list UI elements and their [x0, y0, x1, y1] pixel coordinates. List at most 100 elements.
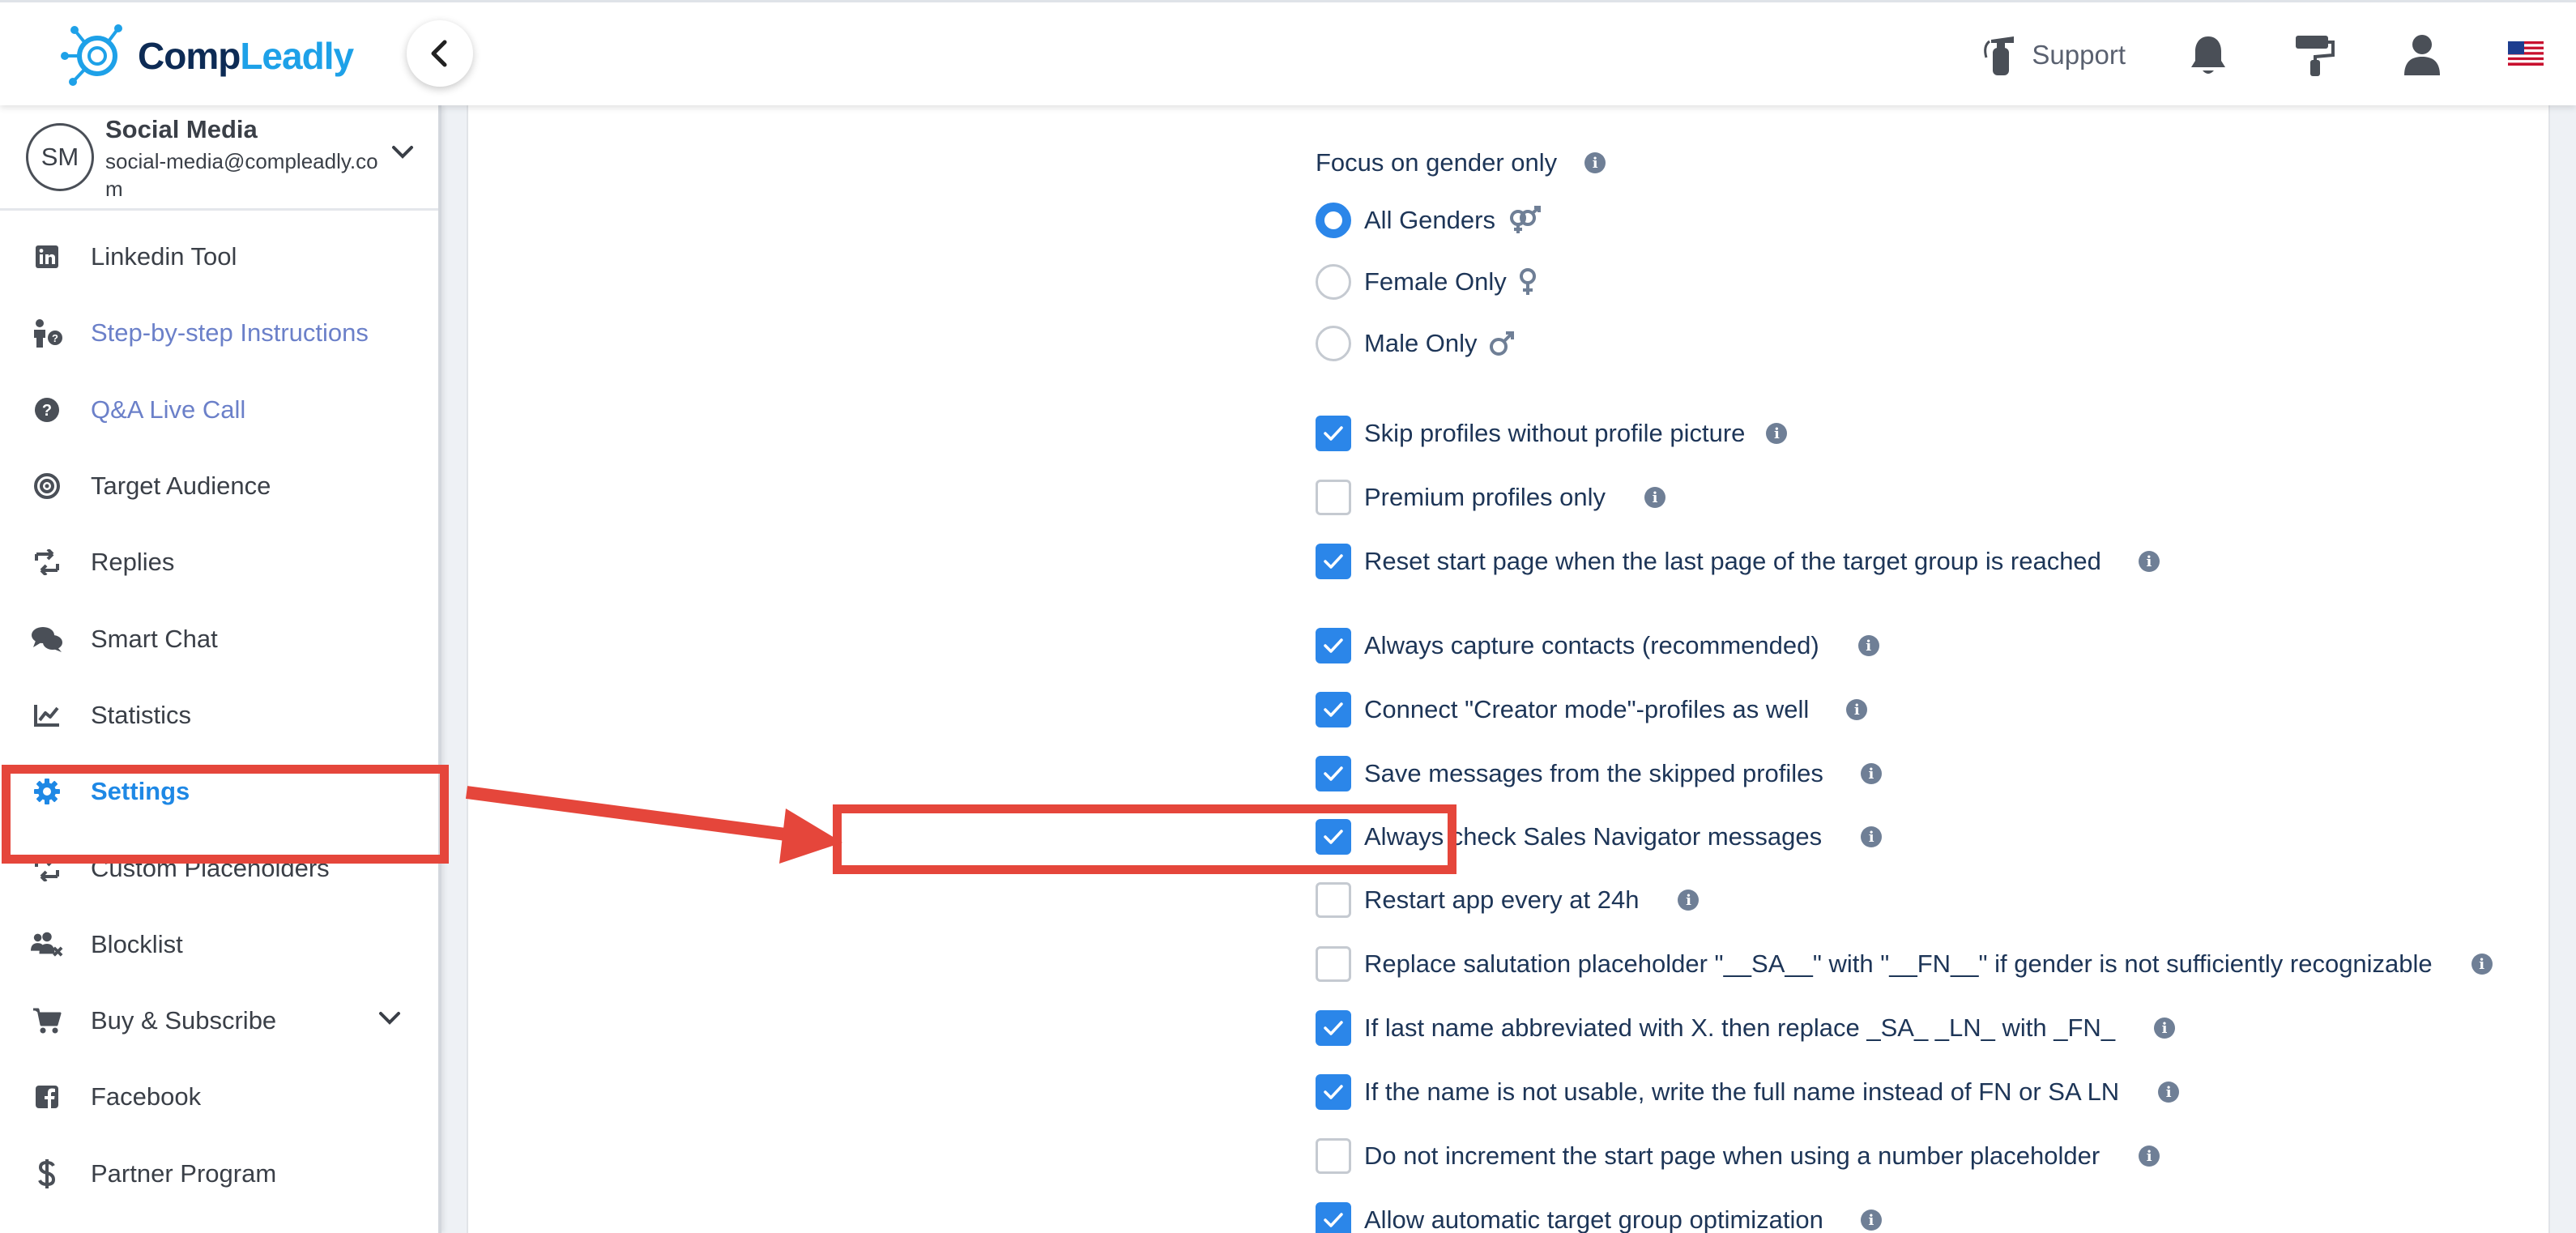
checkbox[interactable]: [1316, 544, 1351, 579]
chevron-down-icon[interactable]: [377, 1010, 402, 1026]
sidebar-item-replies[interactable]: Replies: [0, 524, 438, 600]
language-button[interactable]: [2508, 41, 2544, 70]
account-switcher[interactable]: SM Social Media social-media@compleadly.…: [0, 105, 438, 211]
notifications-button[interactable]: [2189, 33, 2228, 77]
sidebar-item-step-by-step-instructions[interactable]: ? Step-by-step Instructions: [0, 295, 438, 371]
gender-option-male[interactable]: Male Only: [1316, 323, 1515, 364]
option-label: Connect "Creator mode"-profiles as well: [1364, 695, 1810, 723]
sidebar-item-blocklist[interactable]: Blocklist: [0, 907, 438, 983]
profile-button[interactable]: [2403, 33, 2442, 77]
account-email: social-media@compleadly.com: [105, 149, 378, 201]
checkbox[interactable]: [1316, 819, 1351, 855]
info-icon[interactable]: i: [2154, 1018, 2176, 1039]
checkbox[interactable]: [1316, 882, 1351, 918]
info-icon[interactable]: i: [2139, 1146, 2160, 1167]
radio-male-only[interactable]: [1316, 326, 1351, 361]
checkbox[interactable]: [1316, 756, 1351, 791]
checkbox[interactable]: [1316, 480, 1351, 515]
bell-icon: [2191, 36, 2225, 74]
option-target-group-optimization[interactable]: Allow automatic target group optimizatio…: [1316, 1200, 1882, 1233]
sidebar-item-facebook[interactable]: Facebook: [0, 1059, 438, 1135]
checkbox[interactable]: [1316, 1202, 1351, 1233]
checkbox[interactable]: [1316, 692, 1351, 727]
sidebar-item-label: Facebook: [91, 1082, 202, 1111]
option-skip-no-picture[interactable]: Skip profiles without profile picture i: [1316, 413, 1788, 454]
users-block-icon: [31, 928, 63, 961]
mars-icon: [1489, 331, 1515, 356]
info-icon[interactable]: i: [1766, 423, 1788, 444]
chevron-down-icon[interactable]: [390, 144, 415, 160]
sidebar-item-label: Statistics: [91, 700, 192, 729]
sidebar-item-label: Step-by-step Instructions: [91, 318, 369, 348]
sidebar-item-partner-program[interactable]: Partner Program: [0, 1136, 438, 1212]
info-icon[interactable]: i: [1860, 763, 1882, 784]
sidebar-item-buy-subscribe[interactable]: Buy & Subscribe: [0, 983, 438, 1059]
gender-option-all[interactable]: All Genders: [1316, 200, 1542, 241]
us-flag-icon: [2508, 41, 2544, 66]
info-icon[interactable]: i: [1846, 699, 1868, 720]
sidebar: SM Social Media social-media@compleadly.…: [0, 105, 441, 1233]
gender-option-female[interactable]: Female Only: [1316, 262, 1537, 302]
sidebar-item-target-audience[interactable]: Target Audience: [0, 448, 438, 524]
option-sales-navigator[interactable]: Always check Sales Navigator messages i: [1316, 817, 1883, 857]
checkbox[interactable]: [1316, 1010, 1351, 1046]
sidebar-item-label: Custom Placeholders: [91, 853, 330, 882]
target-icon: [31, 470, 63, 502]
option-restart-app[interactable]: Restart app every at 24h i: [1316, 880, 1700, 920]
support-button[interactable]: Support: [1981, 33, 2126, 77]
info-icon[interactable]: i: [1861, 826, 1883, 847]
info-icon[interactable]: i: [1678, 890, 1700, 911]
radio-female-only[interactable]: [1316, 264, 1351, 300]
option-save-skipped[interactable]: Save messages from the skipped profiles …: [1316, 753, 1882, 794]
option-premium-only[interactable]: Premium profiles only i: [1316, 477, 1666, 518]
option-label: Always check Sales Navigator messages: [1364, 822, 1823, 851]
sidebar-item-settings[interactable]: Settings: [0, 753, 438, 830]
checkbox[interactable]: [1316, 416, 1351, 451]
info-icon[interactable]: i: [1860, 1210, 1882, 1231]
checkbox[interactable]: [1316, 1074, 1351, 1110]
sidebar-item-custom-placeholders[interactable]: Custom Placeholders: [0, 830, 438, 906]
info-icon[interactable]: i: [2138, 551, 2160, 572]
sidebar-item-qa-live-call[interactable]: ? Q&A Live Call: [0, 372, 438, 448]
dollar-icon: [31, 1158, 63, 1190]
sidebar-item-statistics[interactable]: Statistics: [0, 677, 438, 753]
sidebar-item-label: Target Audience: [91, 471, 271, 501]
checkbox[interactable]: [1316, 628, 1351, 663]
option-no-increment-start-page[interactable]: Do not increment the start page when usi…: [1316, 1136, 2160, 1176]
gender-title: Focus on gender only: [1316, 148, 1558, 177]
option-creator-mode[interactable]: Connect "Creator mode"-profiles as well …: [1316, 689, 1868, 730]
checkbox[interactable]: [1316, 1138, 1351, 1174]
sidebar-item-smart-chat[interactable]: Smart Chat: [0, 600, 438, 676]
info-icon[interactable]: i: [1644, 487, 1666, 508]
svg-text:?: ?: [52, 332, 58, 344]
checkbox[interactable]: [1316, 946, 1351, 982]
option-label: Save messages from the skipped profiles: [1364, 759, 1823, 787]
option-replace-salutation[interactable]: Replace salutation placeholder "__SA__" …: [1316, 944, 2493, 984]
info-icon[interactable]: i: [2471, 954, 2493, 975]
option-label: Female Only: [1364, 267, 1507, 296]
option-label: Premium profiles only: [1364, 483, 1606, 511]
sidebar-item-linkedin-tool[interactable]: Linkedin Tool: [0, 219, 438, 295]
option-last-name-abbrev[interactable]: If last name abbreviated with X. then re…: [1316, 1008, 2176, 1048]
option-reset-start-page[interactable]: Reset start page when the last page of t…: [1316, 541, 2160, 582]
sidebar-item-label: Settings: [91, 777, 190, 806]
app-logo[interactable]: CompLeadly: [58, 23, 354, 88]
info-icon[interactable]: i: [1857, 635, 1879, 656]
option-label: Skip profiles without profile picture: [1364, 419, 1746, 447]
chat-bubbles-icon: [31, 623, 63, 655]
line-chart-icon: [31, 699, 63, 732]
info-icon[interactable]: i: [1584, 152, 1606, 173]
option-full-name-fallback[interactable]: If the name is not usable, write the ful…: [1316, 1072, 2180, 1112]
sidebar-item-label: Partner Program: [91, 1158, 277, 1188]
radio-all-genders[interactable]: [1316, 203, 1351, 238]
option-label: Replace salutation placeholder "__SA__" …: [1364, 949, 2433, 978]
option-always-capture[interactable]: Always capture contacts (recommended) i: [1316, 625, 1879, 666]
sidebar-item-label: Q&A Live Call: [91, 395, 246, 424]
genderless-icon: [1507, 206, 1542, 235]
option-label: Male Only: [1364, 329, 1478, 357]
top-bar: CompLeadly Support: [0, 0, 2576, 105]
venus-icon: [1518, 267, 1537, 297]
info-icon[interactable]: i: [2158, 1082, 2180, 1103]
collapse-sidebar-button[interactable]: [407, 20, 473, 87]
theme-button[interactable]: [2294, 32, 2336, 78]
